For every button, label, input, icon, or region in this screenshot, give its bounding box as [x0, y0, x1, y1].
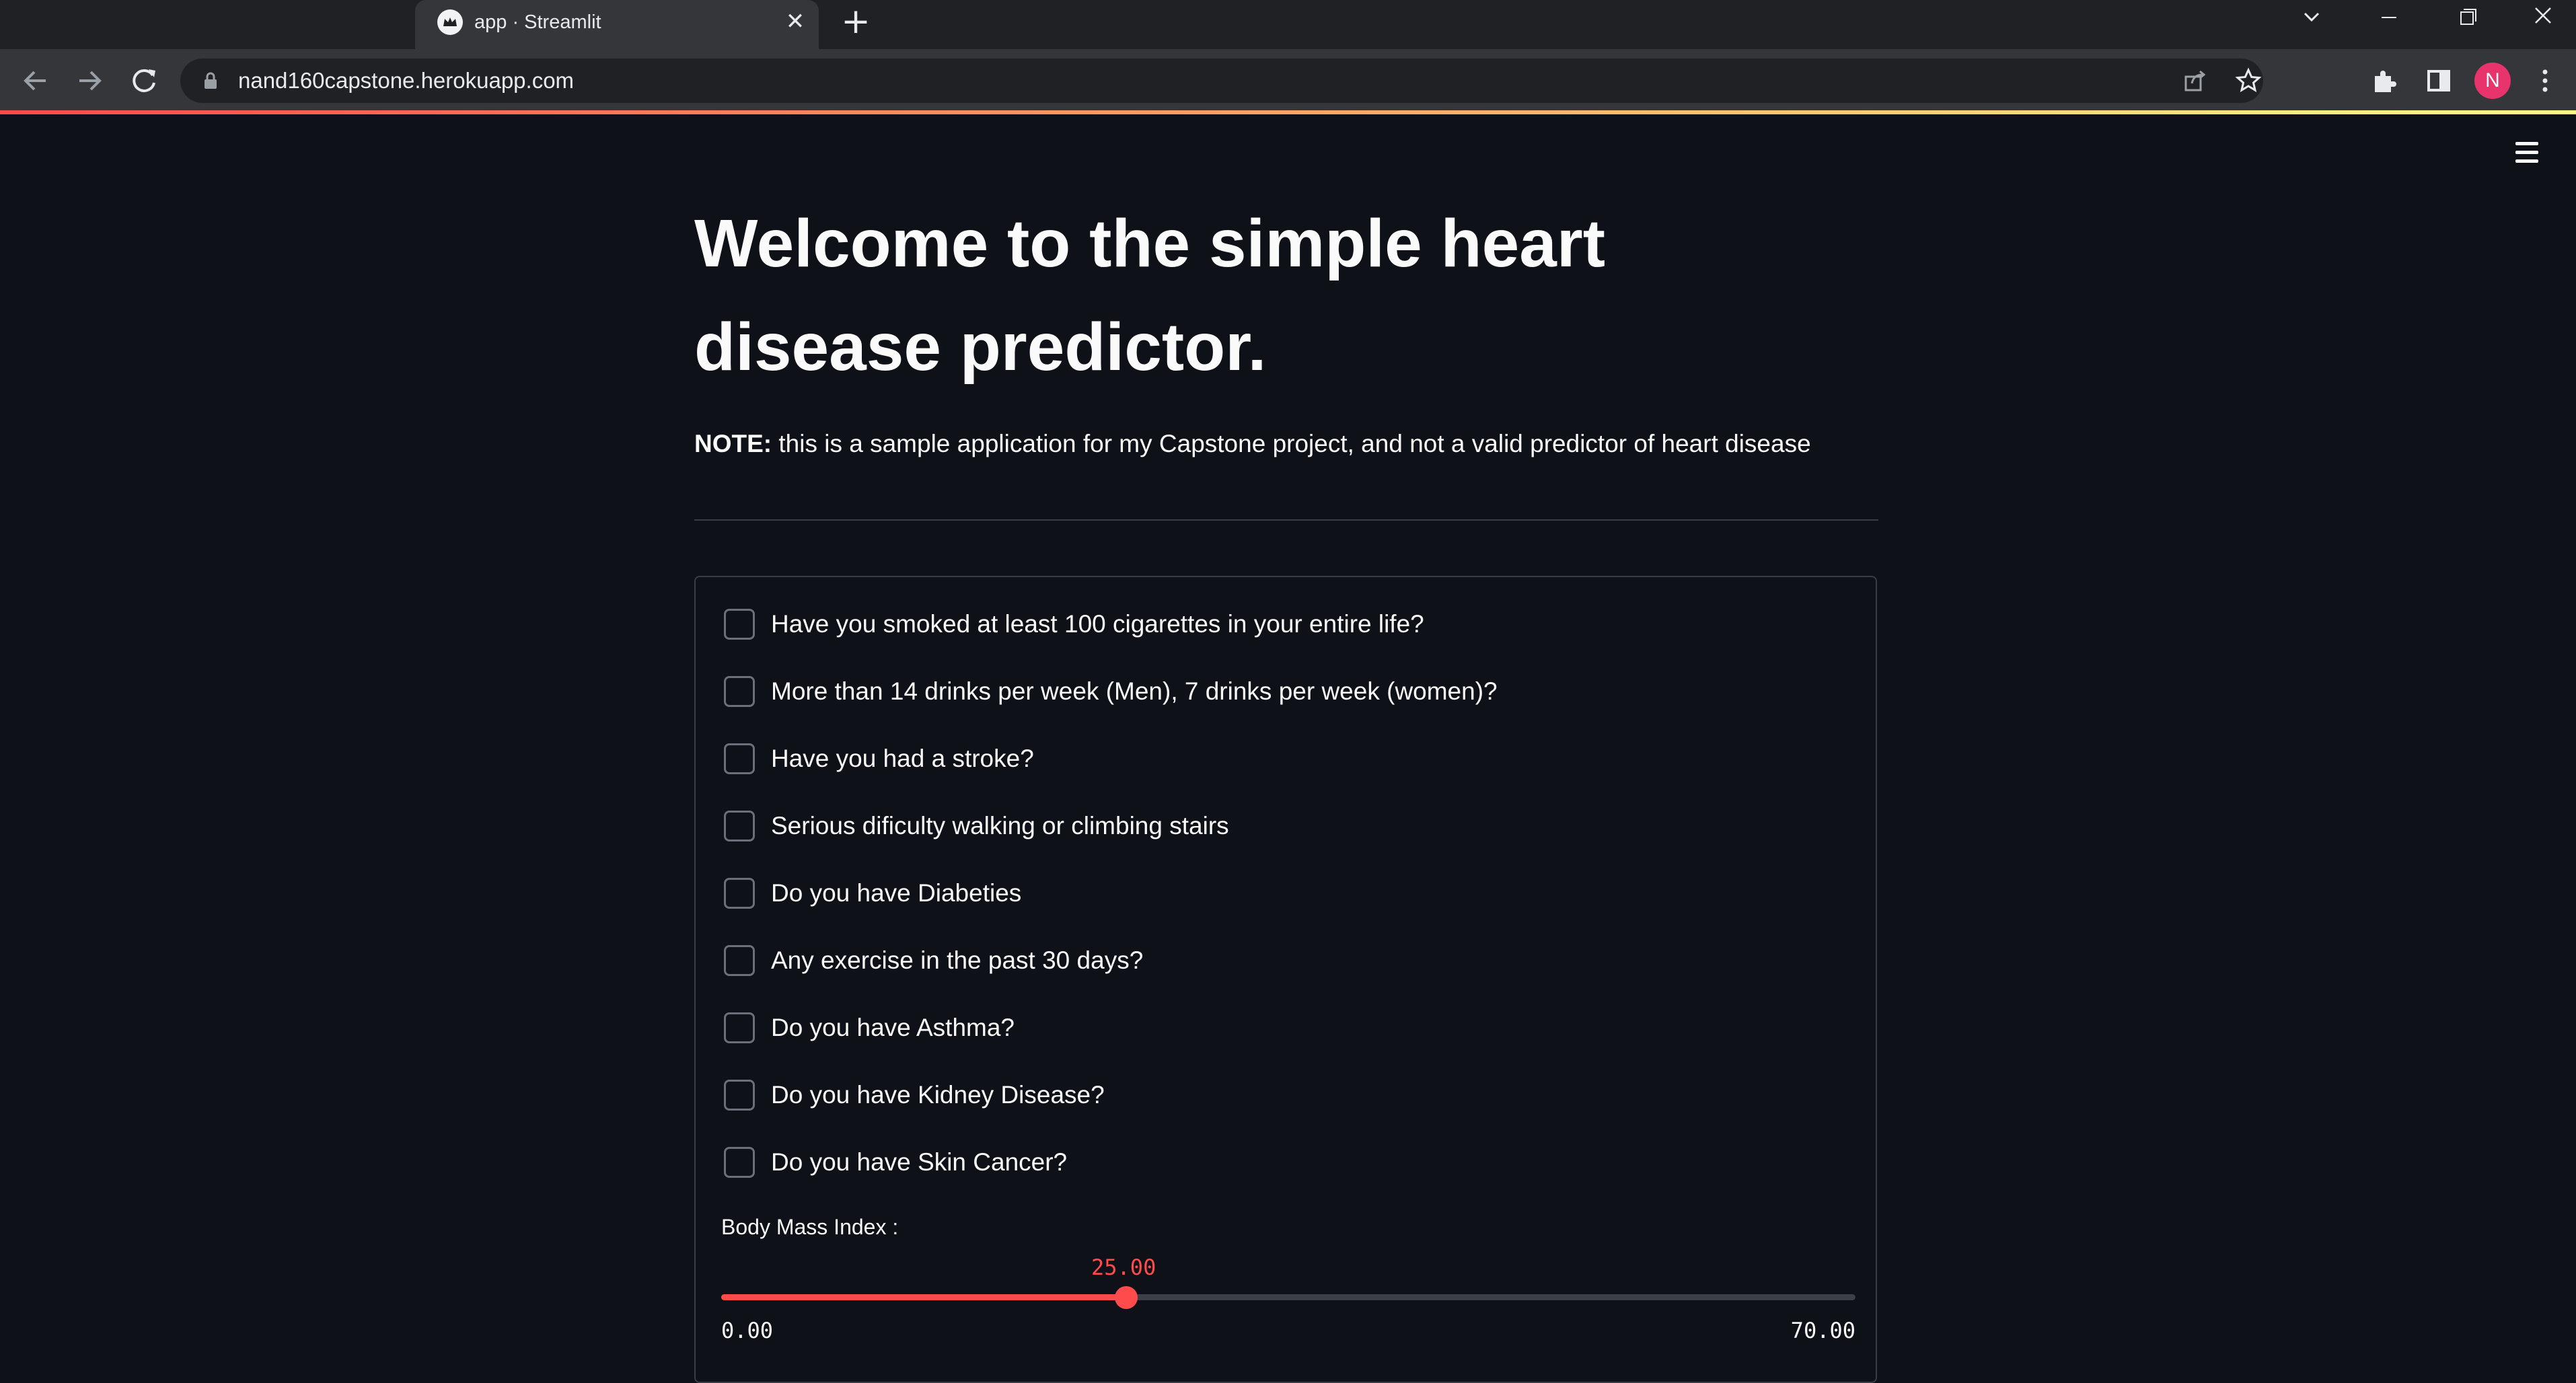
share-icon[interactable]: [2181, 67, 2208, 94]
close-window-icon[interactable]: [2509, 0, 2576, 40]
url-text[interactable]: nand160capstone.herokuapp.com: [238, 67, 574, 95]
close-tab-icon[interactable]: ✕: [782, 8, 809, 35]
bmi-slider-max: 70.00: [1790, 1318, 1855, 1343]
note-text: this is a sample application for my Caps…: [772, 430, 1811, 457]
checkbox-box[interactable]: [724, 1147, 755, 1178]
profile-avatar[interactable]: N: [2474, 63, 2511, 99]
hamburger-menu-icon[interactable]: [2513, 138, 2542, 167]
lock-icon[interactable]: [200, 71, 221, 91]
browser-tabstrip: app · Streamlit ✕ +: [0, 0, 2576, 49]
divider: [694, 519, 1878, 521]
bmi-slider-value: 25.00: [1091, 1255, 1156, 1280]
checkbox-box[interactable]: [724, 878, 755, 909]
back-icon[interactable]: [17, 63, 54, 99]
bmi-slider-track[interactable]: [721, 1286, 1855, 1309]
checkbox-label[interactable]: Any exercise in the past 30 days?: [771, 940, 1143, 981]
side-panel-icon[interactable]: [2422, 64, 2456, 98]
prediction-form: Have you smoked at least 100 cigarettes …: [694, 576, 1877, 1383]
checkbox-label[interactable]: Do you have Kidney Disease?: [771, 1075, 1105, 1115]
checkbox-label[interactable]: More than 14 drinks per week (Men), 7 dr…: [771, 671, 1498, 712]
reload-icon[interactable]: [126, 63, 163, 99]
restore-icon[interactable]: [2432, 0, 2499, 40]
browser-tab[interactable]: app · Streamlit ✕: [415, 0, 819, 49]
checkbox-box[interactable]: [724, 609, 755, 640]
tab-search-icon[interactable]: [2278, 0, 2345, 40]
more-menu-icon[interactable]: [2528, 64, 2562, 98]
page-title: Welcome to the simple heart disease pred…: [694, 206, 1606, 385]
bmi-slider-thumb[interactable]: [1115, 1286, 1138, 1309]
address-bar[interactable]: nand160capstone.herokuapp.com: [180, 59, 2263, 103]
checkbox-box[interactable]: [724, 743, 755, 774]
tab-title: app · Streamlit: [474, 11, 601, 33]
checkbox-label[interactable]: Have you smoked at least 100 cigarettes …: [771, 604, 1424, 644]
note-paragraph: NOTE: this is a sample application for m…: [694, 428, 1811, 460]
checkbox-label[interactable]: Do you have Diabeties: [771, 873, 1021, 913]
checkbox-box[interactable]: [724, 1012, 755, 1043]
checkbox-box[interactable]: [724, 676, 755, 707]
forward-icon[interactable]: [71, 63, 108, 99]
new-tab-button[interactable]: +: [840, 4, 872, 39]
checkbox-box[interactable]: [724, 811, 755, 842]
bmi-slider-fill: [721, 1294, 1127, 1300]
bmi-slider-min: 0.00: [721, 1318, 774, 1343]
checkbox-box[interactable]: [724, 945, 755, 976]
checkbox-label[interactable]: Do you have Skin Cancer?: [771, 1142, 1067, 1183]
extensions-icon[interactable]: [2368, 64, 2402, 98]
browser-toolbar: nand160capstone.herokuapp.com N: [0, 49, 2576, 112]
bookmark-star-icon[interactable]: [2235, 67, 2262, 94]
checkbox-label[interactable]: Have you had a stroke?: [771, 739, 1034, 779]
bmi-slider-label: Body Mass Index :: [721, 1215, 899, 1239]
note-label: NOTE:: [694, 430, 772, 457]
streamlit-decoration-bar: [0, 110, 2576, 114]
minimize-icon[interactable]: [2355, 0, 2422, 40]
checkbox-box[interactable]: [724, 1080, 755, 1111]
checkbox-label[interactable]: Serious dificulty walking or climbing st…: [771, 806, 1229, 846]
checkbox-label[interactable]: Do you have Asthma?: [771, 1008, 1015, 1048]
streamlit-crown-icon: [437, 9, 463, 35]
